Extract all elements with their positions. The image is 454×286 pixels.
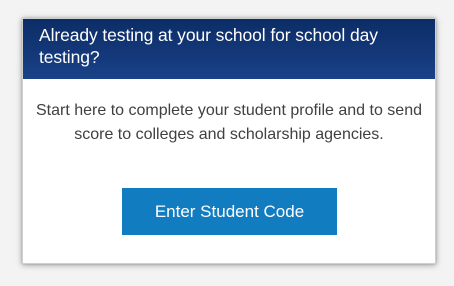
- screenshot-frame: Already testing at your school for schoo…: [0, 0, 454, 286]
- enter-student-code-button[interactable]: Enter Student Code: [122, 188, 337, 235]
- card-body: Start here to complete your student prof…: [23, 79, 435, 263]
- school-day-testing-card: Already testing at your school for schoo…: [22, 18, 436, 264]
- card-header: Already testing at your school for schoo…: [23, 19, 435, 79]
- card-header-title: Already testing at your school for schoo…: [39, 25, 378, 67]
- card-description: Start here to complete your student prof…: [35, 102, 422, 143]
